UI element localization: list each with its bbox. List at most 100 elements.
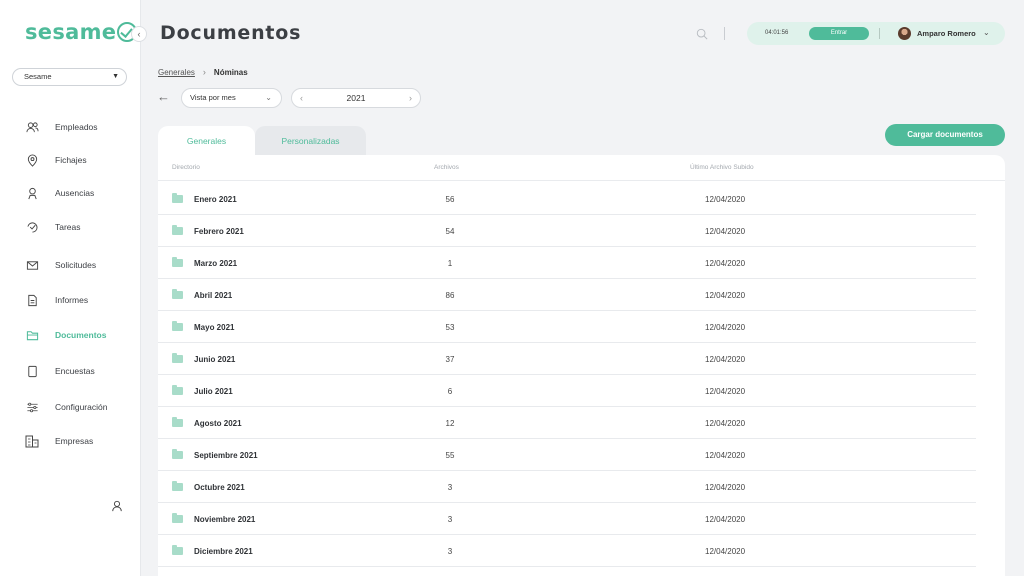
table-row[interactable]: Julio 2021 6 12/04/2020 [158, 375, 976, 407]
folder-icon [25, 328, 39, 342]
last-upload-date: 12/04/2020 [705, 323, 746, 332]
sidebar-item-label: Informes [55, 295, 89, 305]
directory-name[interactable]: Junio 2021 [194, 343, 235, 376]
sidebar-item-documentos[interactable]: Documentos [25, 327, 106, 343]
company-select[interactable]: Sesame ▼ [12, 68, 127, 86]
table-row[interactable]: Septiembre 2021 55 12/04/2020 [158, 439, 976, 471]
last-upload-date: 12/04/2020 [705, 483, 746, 492]
directory-name[interactable]: Agosto 2021 [194, 407, 242, 440]
directory-name[interactable]: Febrero 2021 [194, 215, 244, 248]
last-upload-date: 12/04/2020 [705, 291, 746, 300]
chevron-right-icon: › [202, 67, 206, 77]
last-upload-date: 12/04/2020 [705, 451, 746, 460]
year-navigator: ‹ 2021 › [291, 88, 421, 108]
task-icon [25, 220, 39, 234]
table-row[interactable]: Octubre 2021 3 12/04/2020 [158, 471, 976, 503]
view-mode-select[interactable]: Vista por mes ⌄ [181, 88, 282, 108]
folder-icon [172, 449, 183, 459]
sidebar-item-label: Tareas [55, 222, 81, 232]
folder-icon [172, 353, 183, 363]
clock-in-button[interactable]: Entrar [809, 27, 869, 40]
directory-name[interactable]: Octubre 2021 [194, 471, 245, 504]
breadcrumb: Generales › Nóminas [158, 67, 248, 77]
tab-generales[interactable]: Generales [158, 126, 255, 155]
clipboard-icon [25, 364, 39, 378]
building-icon [25, 434, 39, 448]
breadcrumb-current: Nóminas [213, 67, 248, 77]
upload-documents-button[interactable]: Cargar documentos [885, 124, 1005, 146]
file-count: 86 [445, 291, 455, 300]
folder-icon [172, 417, 183, 427]
avatar[interactable] [898, 27, 911, 40]
user-icon[interactable] [111, 499, 123, 512]
next-year-icon[interactable]: › [409, 89, 412, 107]
users-icon [25, 120, 39, 134]
sidebar-item-informes[interactable]: Informes [25, 292, 88, 308]
sidebar-item-label: Encuestas [55, 366, 95, 376]
directory-name[interactable]: Marzo 2021 [194, 247, 237, 280]
sidebar-item-fichajes[interactable]: Fichajes [25, 152, 87, 168]
chevron-left-icon[interactable]: ‹ [131, 26, 147, 42]
file-count: 37 [445, 355, 455, 364]
column-header-last-uploaded[interactable]: Último Archivo Subido [690, 164, 754, 171]
directory-name[interactable]: Enero 2021 [194, 183, 237, 216]
directory-name[interactable]: Septiembre 2021 [194, 439, 258, 472]
directory-name[interactable]: Noviembre 2021 [194, 503, 255, 536]
sidebar-item-label: Empresas [55, 436, 94, 446]
location-pin-icon [25, 153, 39, 167]
file-count: 3 [447, 547, 453, 556]
sidebar-item-tareas[interactable]: Tareas [25, 219, 81, 235]
clock-in-bar: 04:01:56 Entrar Amparo Romero ⌄ [747, 22, 1005, 45]
file-count: 56 [445, 195, 455, 204]
sidebar-item-label: Ausencias [55, 188, 95, 198]
documents-table: Directorio Archivos Último Archivo Subid… [158, 155, 1005, 576]
sidebar-item-empresas[interactable]: Empresas [25, 433, 93, 449]
last-upload-date: 12/04/2020 [705, 227, 746, 236]
folder-icon [172, 225, 183, 235]
directory-name[interactable]: Abril 2021 [194, 279, 232, 312]
sidebar-item-solicitudes[interactable]: Solicitudes [25, 257, 96, 273]
table-row[interactable]: Febrero 2021 54 12/04/2020 [158, 215, 976, 247]
table-row[interactable]: Marzo 2021 1 12/04/2020 [158, 247, 976, 279]
table-row[interactable]: Abril 2021 86 12/04/2020 [158, 279, 976, 311]
table-row[interactable]: Agosto 2021 12 12/04/2020 [158, 407, 976, 439]
breadcrumb-link-generales[interactable]: Generales [158, 68, 195, 77]
mail-icon [25, 258, 39, 272]
last-upload-date: 12/04/2020 [705, 195, 746, 204]
sidebar-item-empleados[interactable]: Empleados [25, 119, 98, 135]
folder-icon [172, 289, 183, 299]
folder-icon [172, 257, 183, 267]
sidebar-item-label: Solicitudes [55, 260, 97, 270]
column-header-files[interactable]: Archivos [434, 164, 459, 171]
sidebar-item-configuracion[interactable]: Configuración [25, 399, 107, 415]
table-row[interactable]: Noviembre 2021 3 12/04/2020 [158, 503, 976, 535]
clock-time: 04:01:56 [765, 30, 789, 36]
sidebar-item-label: Configuración [55, 402, 108, 412]
clock-divider [879, 28, 880, 39]
sidebar-item-encuestas[interactable]: Encuestas [25, 363, 95, 379]
file-count: 1 [447, 259, 453, 268]
search-icon[interactable] [696, 27, 708, 40]
sidebar-item-ausencias[interactable]: Ausencias [25, 185, 94, 201]
file-count: 3 [447, 515, 453, 524]
table-row[interactable]: Diciembre 2021 3 12/04/2020 [158, 535, 976, 567]
folder-icon [172, 321, 183, 331]
sesame-logo[interactable]: sesame [25, 20, 138, 44]
chevron-down-icon[interactable]: ⌄ [983, 22, 990, 44]
user-name[interactable]: Amparo Romero [917, 22, 976, 45]
tab-personalizadas[interactable]: Personalizadas [255, 126, 366, 155]
directory-name[interactable]: Julio 2021 [194, 375, 233, 408]
person-absence-icon [25, 186, 39, 200]
caret-down-icon: ▼ [112, 73, 119, 80]
table-row[interactable]: Enero 2021 56 12/04/2020 [158, 183, 976, 215]
logo-text: sesame [25, 20, 117, 44]
table-row[interactable]: Junio 2021 37 12/04/2020 [158, 343, 976, 375]
table-row[interactable]: Mayo 2021 53 12/04/2020 [158, 311, 976, 343]
folder-icon [172, 545, 183, 555]
back-arrow-icon[interactable]: ← [157, 89, 170, 104]
file-count: 53 [445, 323, 455, 332]
column-header-directory[interactable]: Directorio [172, 164, 200, 171]
directory-name[interactable]: Mayo 2021 [194, 311, 234, 344]
last-upload-date: 12/04/2020 [705, 547, 746, 556]
directory-name[interactable]: Diciembre 2021 [194, 535, 253, 568]
